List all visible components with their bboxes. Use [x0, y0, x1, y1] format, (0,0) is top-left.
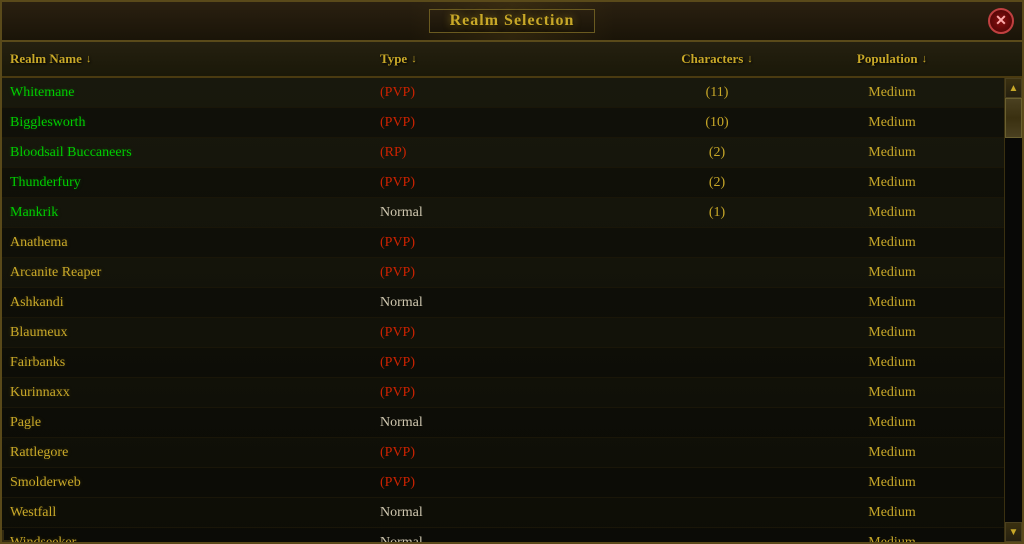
table-row[interactable]: Windseeker Normal Medium — [2, 528, 1022, 542]
col-header-type[interactable]: Type ↓ — [372, 51, 642, 67]
realm-name-cell: Rattlegore — [2, 445, 372, 461]
table-row[interactable]: Mankrik Normal (1) Medium — [2, 198, 1022, 228]
window-title: Realm Selection — [429, 9, 596, 33]
realm-type-cell: (PVP) — [372, 475, 642, 491]
table-row[interactable]: Kurinnaxx (PVP) Medium — [2, 378, 1022, 408]
realm-type-cell: Normal — [372, 205, 642, 221]
table-row[interactable]: Fairbanks (PVP) Medium — [2, 348, 1022, 378]
table-row[interactable]: Thunderfury (PVP) (2) Medium — [2, 168, 1022, 198]
realm-name-cell: Kurinnaxx — [2, 385, 372, 401]
realm-name-cell: Westfall — [2, 505, 372, 521]
realm-population-cell: Medium — [792, 325, 992, 341]
table-row[interactable]: Bloodsail Buccaneers (RP) (2) Medium — [2, 138, 1022, 168]
realm-type-cell: (PVP) — [372, 355, 642, 371]
sort-arrow-chars: ↓ — [747, 53, 753, 65]
column-headers: Realm Name ↓ Type ↓ Characters ↓ Populat… — [2, 42, 1022, 78]
realm-population-cell: Medium — [792, 85, 992, 101]
realm-population-cell: Medium — [792, 475, 992, 491]
realm-name-cell: Pagle — [2, 415, 372, 431]
realm-type-cell: Normal — [372, 535, 642, 543]
realm-name-cell: Bloodsail Buccaneers — [2, 145, 372, 161]
sort-arrow-realm: ↓ — [86, 53, 92, 65]
realm-type-cell: (RP) — [372, 145, 642, 161]
realm-name-cell: Windseeker — [2, 535, 372, 543]
realm-type-cell: (PVP) — [372, 115, 642, 131]
realm-name-cell: Mankrik — [2, 205, 372, 221]
realm-population-cell: Medium — [792, 295, 992, 311]
realm-name-cell: Ashkandi — [2, 295, 372, 311]
realm-population-cell: Medium — [792, 355, 992, 371]
realm-type-cell: (PVP) — [372, 445, 642, 461]
realm-name-cell: Whitemane — [2, 85, 372, 101]
col-header-population[interactable]: Population ↓ — [792, 51, 992, 67]
table-row[interactable]: Anathema (PVP) Medium — [2, 228, 1022, 258]
realm-name-cell: Anathema — [2, 235, 372, 251]
realm-name-cell: Blaumeux — [2, 325, 372, 341]
scrollbar-up-button[interactable]: ▲ — [1005, 78, 1022, 98]
table-row[interactable]: Bigglesworth (PVP) (10) Medium — [2, 108, 1022, 138]
table-row[interactable]: Arcanite Reaper (PVP) Medium — [2, 258, 1022, 288]
realm-type-cell: Normal — [372, 415, 642, 431]
scrollbar: ▲ ▼ — [1004, 78, 1022, 542]
realm-type-cell: (PVP) — [372, 385, 642, 401]
sort-arrow-type: ↓ — [411, 53, 417, 65]
realm-population-cell: Medium — [792, 415, 992, 431]
realm-type-cell: (PVP) — [372, 175, 642, 191]
col-header-characters[interactable]: Characters ↓ — [642, 51, 792, 67]
realm-population-cell: Medium — [792, 175, 992, 191]
realm-population-cell: Medium — [792, 235, 992, 251]
scrollbar-thumb[interactable] — [1005, 98, 1022, 138]
realm-characters-cell: (2) — [642, 145, 792, 161]
realm-characters-cell: (10) — [642, 115, 792, 131]
realm-list: Whitemane (PVP) (11) Medium Bigglesworth… — [2, 78, 1022, 542]
table-row[interactable]: Whitemane (PVP) (11) Medium — [2, 78, 1022, 108]
realm-name-cell: Bigglesworth — [2, 115, 372, 131]
realm-characters-cell: (2) — [642, 175, 792, 191]
sort-arrow-pop: ↓ — [922, 53, 928, 65]
realm-population-cell: Medium — [792, 265, 992, 281]
table-row[interactable]: Pagle Normal Medium — [2, 408, 1022, 438]
realm-type-cell: (PVP) — [372, 235, 642, 251]
realm-selection-window: Realm Selection ✕ Realm Name ↓ Type ↓ Ch… — [0, 0, 1024, 544]
realm-type-cell: Normal — [372, 505, 642, 521]
scrollbar-down-button[interactable]: ▼ — [1005, 522, 1022, 542]
table-row[interactable]: Blaumeux (PVP) Medium — [2, 318, 1022, 348]
realm-type-cell: (PVP) — [372, 325, 642, 341]
realm-name-cell: Smolderweb — [2, 475, 372, 491]
realm-name-cell: Arcanite Reaper — [2, 265, 372, 281]
realm-type-cell: (PVP) — [372, 85, 642, 101]
table-row[interactable]: Rattlegore (PVP) Medium — [2, 438, 1022, 468]
close-button[interactable]: ✕ — [988, 8, 1014, 34]
realm-characters-cell: (11) — [642, 85, 792, 101]
realm-table-body: Whitemane (PVP) (11) Medium Bigglesworth… — [2, 78, 1022, 542]
realm-population-cell: Medium — [792, 445, 992, 461]
table-row[interactable]: Ashkandi Normal Medium — [2, 288, 1022, 318]
realm-population-cell: Medium — [792, 145, 992, 161]
realm-type-cell: (PVP) — [372, 265, 642, 281]
table-row[interactable]: Smolderweb (PVP) Medium — [2, 468, 1022, 498]
col-header-realm[interactable]: Realm Name ↓ — [2, 51, 372, 67]
realm-population-cell: Medium — [792, 115, 992, 131]
realm-name-cell: Thunderfury — [2, 175, 372, 191]
realm-type-cell: Normal — [372, 295, 642, 311]
realm-name-cell: Fairbanks — [2, 355, 372, 371]
title-bar: Realm Selection ✕ — [2, 2, 1022, 42]
scrollbar-track[interactable] — [1005, 98, 1022, 522]
realm-population-cell: Medium — [792, 385, 992, 401]
realm-population-cell: Medium — [792, 505, 992, 521]
realm-population-cell: Medium — [792, 205, 992, 221]
realm-population-cell: Medium — [792, 535, 992, 543]
table-row[interactable]: Westfall Normal Medium — [2, 498, 1022, 528]
realm-characters-cell: (1) — [642, 205, 792, 221]
